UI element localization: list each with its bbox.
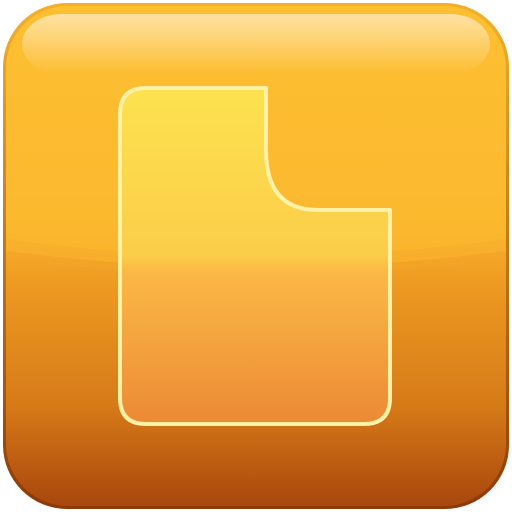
tile-top-highlight <box>22 14 490 74</box>
app-icon-tile[interactable] <box>0 0 512 512</box>
document-icon <box>3 3 509 509</box>
